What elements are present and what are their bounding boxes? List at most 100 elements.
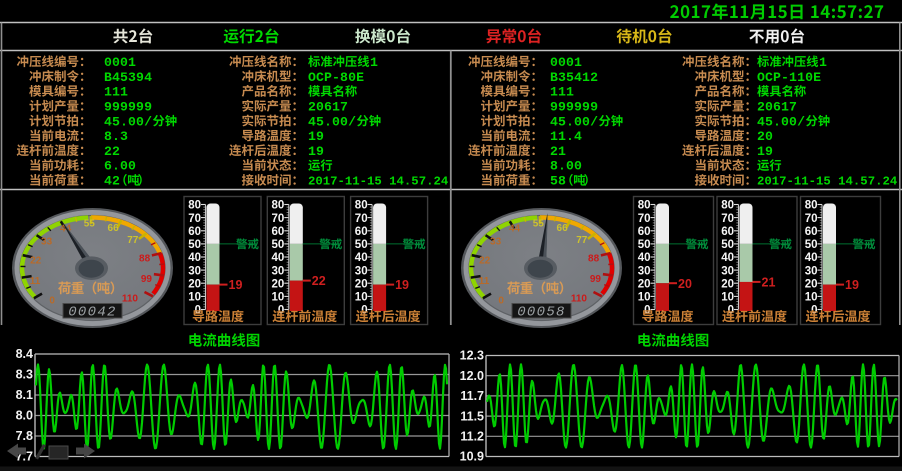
svg-text:60: 60: [272, 226, 285, 238]
svg-text:12.3: 12.3: [460, 349, 484, 363]
svg-text:42: 42: [104, 174, 120, 189]
svg-text:11: 11: [30, 276, 41, 287]
svg-text:77: 77: [127, 235, 139, 246]
svg-text:70: 70: [638, 213, 651, 225]
svg-text:999999: 999999: [550, 100, 598, 115]
svg-text:19: 19: [308, 129, 324, 144]
svg-text:21: 21: [762, 275, 776, 289]
svg-text:22: 22: [104, 144, 120, 159]
svg-text:45.00/: 45.00/: [550, 114, 598, 129]
svg-text:45.00/: 45.00/: [757, 114, 805, 129]
svg-text:40: 40: [355, 252, 368, 264]
svg-text:19: 19: [395, 278, 409, 292]
svg-text:7.8: 7.8: [16, 429, 33, 443]
svg-text:50: 50: [188, 239, 201, 251]
svg-text:10: 10: [355, 292, 368, 304]
svg-text:20: 20: [678, 277, 692, 291]
svg-text:40: 40: [188, 252, 201, 264]
svg-text:19: 19: [308, 144, 324, 159]
svg-text:110: 110: [571, 294, 588, 305]
svg-text:60: 60: [805, 226, 818, 238]
svg-text:10.9: 10.9: [460, 450, 484, 464]
svg-text:8.4: 8.4: [16, 347, 33, 361]
svg-text:30: 30: [355, 265, 368, 277]
svg-text:80: 80: [721, 200, 734, 212]
svg-text:111: 111: [104, 85, 128, 100]
svg-text:20617: 20617: [757, 100, 797, 115]
svg-text:8.0: 8.0: [16, 409, 33, 423]
svg-text:60: 60: [638, 226, 651, 238]
svg-text:OCP-80E: OCP-80E: [308, 70, 364, 85]
svg-text:20617: 20617: [308, 100, 348, 115]
svg-text:11: 11: [479, 276, 490, 287]
svg-text:6.00: 6.00: [104, 159, 136, 174]
svg-text:80: 80: [805, 200, 818, 212]
svg-text:110: 110: [122, 294, 139, 305]
svg-text:22: 22: [479, 255, 491, 266]
svg-text:8.3: 8.3: [16, 368, 33, 382]
svg-text:0001: 0001: [550, 55, 582, 70]
svg-text:60: 60: [355, 226, 368, 238]
svg-text:33: 33: [41, 237, 53, 248]
svg-text:50: 50: [805, 239, 818, 251]
svg-text:40: 40: [721, 252, 734, 264]
svg-text:50: 50: [355, 239, 368, 251]
svg-text:0: 0: [49, 295, 55, 306]
svg-text:1: 1: [370, 55, 378, 70]
svg-text:88: 88: [139, 253, 151, 264]
svg-text:21: 21: [550, 144, 566, 159]
svg-text:10: 10: [721, 292, 734, 304]
svg-text:999999: 999999: [104, 100, 152, 115]
svg-text:30: 30: [272, 265, 285, 277]
svg-text:80: 80: [638, 200, 651, 212]
svg-text:88: 88: [588, 253, 600, 264]
svg-text:77: 77: [576, 235, 588, 246]
svg-text:99: 99: [590, 274, 602, 285]
svg-text:45.00/: 45.00/: [308, 114, 356, 129]
svg-text:00042: 00042: [68, 304, 117, 320]
svg-text:70: 70: [805, 213, 818, 225]
svg-text:30: 30: [188, 265, 201, 277]
svg-text:55: 55: [533, 219, 545, 230]
svg-text:22: 22: [312, 274, 326, 288]
svg-text:8.3: 8.3: [104, 129, 128, 144]
svg-text:80: 80: [355, 200, 368, 212]
svg-text:50: 50: [272, 239, 285, 251]
svg-text:20: 20: [355, 278, 368, 290]
svg-text:58: 58: [550, 174, 566, 189]
svg-text:30: 30: [721, 265, 734, 277]
svg-text:20: 20: [188, 278, 201, 290]
svg-text:80: 80: [272, 200, 285, 212]
svg-text:50: 50: [721, 239, 734, 251]
svg-text:20: 20: [272, 278, 285, 290]
svg-text:60: 60: [721, 226, 734, 238]
svg-text:66: 66: [557, 223, 569, 234]
svg-text:40: 40: [272, 252, 285, 264]
svg-text:2017-11-15 14.57.24: 2017-11-15 14.57.24: [308, 175, 449, 189]
svg-text:19: 19: [229, 278, 243, 292]
svg-text:60: 60: [188, 226, 201, 238]
svg-text:8.1: 8.1: [16, 388, 33, 402]
svg-text:40: 40: [805, 252, 818, 264]
svg-text:OCP-110E: OCP-110E: [757, 70, 821, 85]
svg-text:50: 50: [638, 239, 651, 251]
svg-text:8.00: 8.00: [550, 159, 582, 174]
svg-text:10: 10: [638, 292, 651, 304]
svg-text:111: 111: [550, 85, 574, 100]
svg-text:19: 19: [757, 144, 773, 159]
svg-text:45.00/: 45.00/: [104, 114, 152, 129]
svg-text:30: 30: [638, 265, 651, 277]
svg-text:20: 20: [757, 129, 773, 144]
svg-text:11.4: 11.4: [550, 129, 582, 144]
svg-text:B35412: B35412: [550, 70, 598, 85]
svg-text:80: 80: [188, 200, 201, 212]
svg-text:11.2: 11.2: [460, 430, 484, 444]
svg-text:33: 33: [490, 237, 502, 248]
svg-text:10: 10: [805, 292, 818, 304]
svg-text:00058: 00058: [517, 304, 566, 320]
svg-text:19: 19: [845, 278, 859, 292]
svg-text:30: 30: [805, 265, 818, 277]
svg-text:22: 22: [30, 255, 42, 266]
svg-text:2017-11-15 14.57.24: 2017-11-15 14.57.24: [757, 175, 898, 189]
svg-text:0001: 0001: [104, 55, 136, 70]
